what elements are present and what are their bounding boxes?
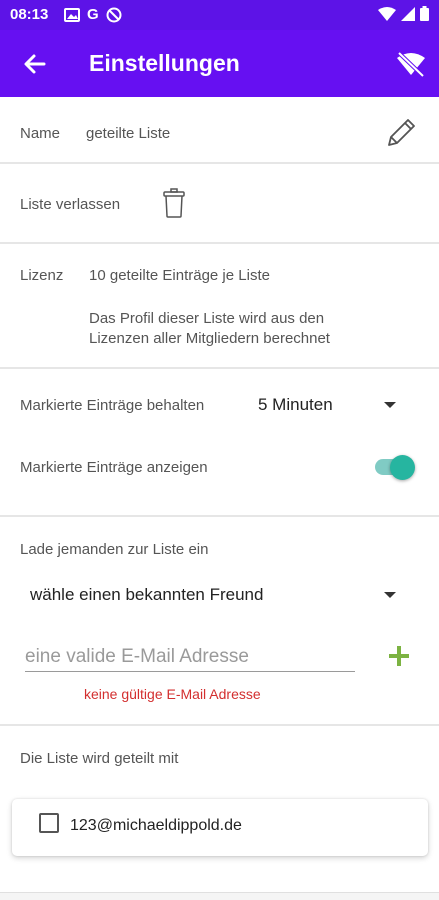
chevron-down-icon (384, 592, 396, 598)
license-label: Lizenz (20, 267, 64, 284)
app-bar: Einstellungen (0, 30, 439, 97)
trash-icon[interactable] (162, 187, 186, 219)
google-icon: G (87, 6, 99, 23)
friend-select-value: wähle einen bekannten Freund (30, 585, 264, 604)
marked-show-label: Markierte Einträge anzeigen (20, 459, 208, 476)
image-icon (64, 7, 80, 22)
status-right-icons (378, 6, 429, 21)
divider (0, 724, 439, 726)
name-value: geteilte Liste (86, 125, 171, 142)
invite-label: Lade jemanden zur Liste ein (20, 541, 209, 558)
wifi-icon (378, 6, 396, 21)
pencil-icon[interactable] (384, 116, 418, 150)
divider (0, 162, 439, 164)
shared-with-label: Die Liste wird geteilt mit (20, 750, 179, 767)
marked-keep-select[interactable]: 5 Minuten (252, 390, 412, 420)
battery-icon (420, 6, 429, 21)
divider (0, 515, 439, 517)
chevron-down-icon (384, 402, 396, 408)
system-nav-bar (0, 892, 439, 900)
email-error-text: keine gültige E-Mail Adresse (84, 686, 261, 702)
license-value: 10 geteilte Einträge je Liste (89, 267, 270, 284)
arrow-left-icon[interactable] (20, 49, 50, 79)
divider (0, 367, 439, 369)
email-input[interactable] (25, 642, 355, 672)
name-label: Name (20, 125, 61, 142)
toggle-thumb (390, 455, 415, 480)
signal-icon (401, 6, 415, 21)
member-checkbox[interactable] (39, 813, 59, 833)
member-card: 123@michaeldippold.de (12, 799, 428, 856)
friend-select[interactable]: wähle einen bekannten Freund (24, 580, 414, 610)
status-time: 08:13 (10, 6, 49, 23)
status-bar: 08:13 G (0, 0, 439, 30)
leave-list-label[interactable]: Liste verlassen (20, 196, 120, 213)
license-description: Das Profil dieser Liste wird aus den (89, 310, 325, 327)
plus-icon[interactable] (388, 645, 410, 667)
marked-keep-label: Markierte Einträge behalten (20, 397, 205, 414)
member-email: 123@michaeldippold.de (70, 817, 242, 834)
wifi-off-icon[interactable] (395, 48, 427, 80)
vpn-icon (106, 7, 122, 22)
marked-keep-value: 5 Minuten (258, 395, 333, 414)
status-left-icons: G (64, 6, 122, 23)
license-description: Lizenzen aller Mitgliedern berechnet (89, 330, 330, 347)
page-title: Einstellungen (89, 50, 240, 76)
divider (0, 242, 439, 244)
